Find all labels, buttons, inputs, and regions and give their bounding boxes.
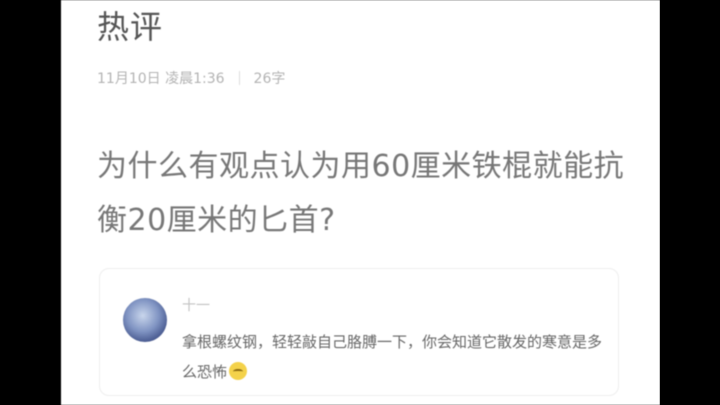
video-frame: 热评 11月10日 凌晨1:36 26字 为什么有观点认为用60厘米铁棍就能抗衡… bbox=[0, 0, 720, 405]
hot-comment-card[interactable]: 十一 拿根螺纹钢，轻轻敲自己胳膊一下，你会知道它散发的寒意是多么恐怖 bbox=[99, 268, 619, 396]
question-title: 为什么有观点认为用60厘米铁棍就能抗衡20厘米的匕首? bbox=[97, 149, 625, 238]
comment-body: 拿根螺纹钢，轻轻敲自己胳膊一下，你会知道它散发的寒意是多么恐怖 bbox=[182, 327, 602, 387]
comment-username[interactable]: 十一 bbox=[182, 295, 210, 315]
letterbox-left bbox=[0, 0, 61, 405]
article-page: 热评 11月10日 凌晨1:36 26字 为什么有观点认为用60厘米铁棍就能抗衡… bbox=[61, 0, 660, 405]
word-count: 26字 bbox=[253, 71, 286, 87]
letterbox-right bbox=[660, 0, 720, 405]
publish-datetime: 11月10日 凌晨1:36 bbox=[97, 71, 225, 87]
avatar[interactable] bbox=[123, 298, 167, 342]
sweat-smile-emoji-icon bbox=[229, 362, 248, 380]
meta-divider bbox=[238, 71, 240, 85]
page-title: 热评 bbox=[97, 8, 164, 46]
article-meta: 11月10日 凌晨1:36 26字 bbox=[97, 68, 285, 88]
